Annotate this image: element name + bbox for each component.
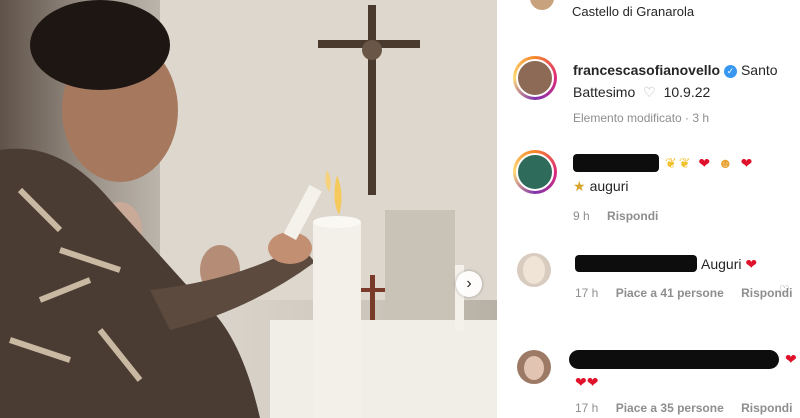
comment-avatar[interactable]: [513, 150, 557, 194]
comment-text-value: auguri: [589, 178, 629, 194]
comment-like-icon[interactable]: ♡: [779, 283, 790, 297]
heart-emoji-icon: ❤: [745, 256, 758, 272]
heart-outline-icon: ♡: [643, 84, 656, 100]
comment-meta: 17 h Piace a 41 persone Rispondi: [575, 286, 792, 300]
caption-line1: francescasofianovello ✓ Santo: [573, 62, 778, 78]
reply-button[interactable]: Rispondi: [741, 401, 792, 415]
caption-text-part1: Santo: [740, 62, 778, 78]
heart-emoji-icon: ❤: [740, 155, 755, 171]
caption-date: 10.9.22: [663, 84, 711, 100]
reply-button[interactable]: Rispondi: [607, 209, 658, 223]
comment-text: Auguri ❤: [701, 256, 757, 273]
post-photo[interactable]: [0, 0, 497, 418]
comment-time: 17 h: [575, 286, 599, 300]
comment-text: ★ auguri: [573, 178, 628, 195]
verified-badge-icon: ✓: [724, 65, 738, 78]
comment-emoji-row: ❦❦ ❤ ☻ ❤: [665, 155, 754, 172]
location-avatar: [530, 0, 554, 10]
caption-line2: Battesimo ♡ 10.9.22: [573, 84, 710, 101]
next-photo-button[interactable]: ›: [456, 271, 482, 297]
heart-emoji-icon: ❤❤: [575, 374, 599, 390]
comment-time: 9 h: [573, 209, 590, 223]
person-emoji-icon: ★: [573, 178, 586, 194]
clap-emoji-icon: ❦❦: [665, 155, 693, 171]
caption-avatar[interactable]: [513, 56, 557, 100]
caption-meta: Elemento modificato · 3 h: [573, 111, 710, 125]
chevron-right-icon: ›: [466, 275, 472, 292]
caption-text-part2: Battesimo: [573, 84, 636, 100]
caption-username[interactable]: francescasofianovello: [573, 62, 720, 78]
comment-meta: 17 h Piace a 35 persone Rispondi: [575, 401, 792, 415]
post-photo-illustration: [0, 0, 497, 418]
comment-text-line2: ❤❤: [575, 374, 598, 391]
redacted-username: [575, 255, 697, 272]
heart-emoji-icon: ❤: [698, 155, 713, 171]
redacted-username: [573, 154, 659, 172]
comment-avatar[interactable]: [517, 253, 551, 287]
heart-emoji-icon: ❤: [785, 351, 797, 367]
comments-panel: Castello di Granarola francescasofianove…: [497, 0, 800, 418]
comment-meta: 9 h Rispondi: [573, 209, 658, 223]
comment-time: 17 h: [575, 401, 599, 415]
heart-eyes-emoji-icon: ☻: [717, 155, 735, 171]
likes-count[interactable]: Piace a 35 persone: [616, 401, 724, 415]
comment-avatar[interactable]: [517, 350, 551, 384]
location-label[interactable]: Castello di Granarola: [572, 4, 694, 19]
likes-count[interactable]: Piace a 41 persone: [616, 286, 724, 300]
comment-text: ❤: [785, 351, 797, 368]
redacted-comment: [569, 350, 779, 369]
comment-text-value: Auguri: [701, 256, 742, 272]
